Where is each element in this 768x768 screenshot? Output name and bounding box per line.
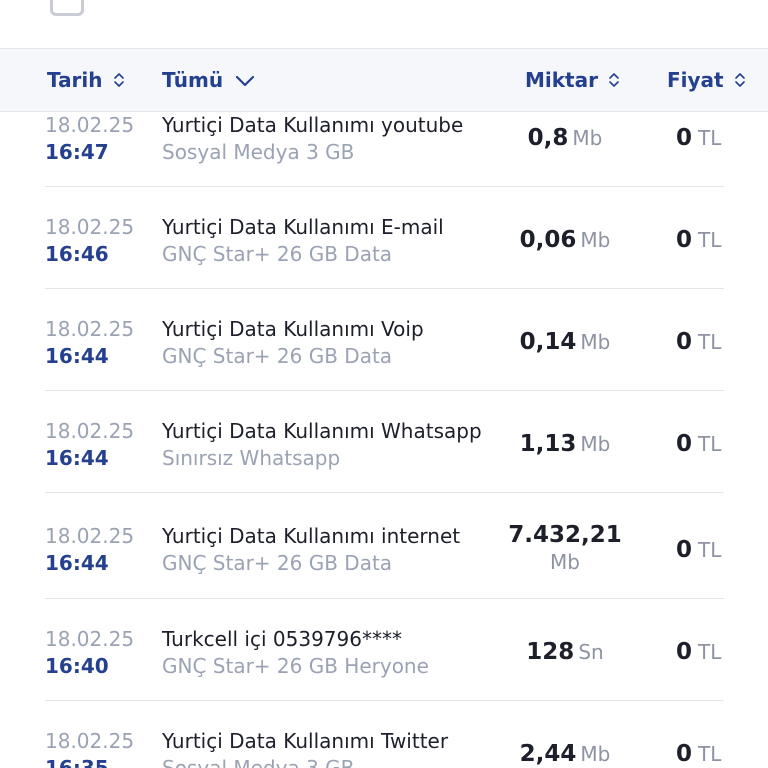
row-subtitle: GNÇ Star+ 26 GB Heryone <box>162 654 429 678</box>
row-amount: 7.432,21 Mb <box>495 522 635 574</box>
price-value: 0 <box>676 741 693 767</box>
sort-by-amount[interactable]: Miktar <box>525 49 620 111</box>
row-price: 0 TL <box>676 125 721 151</box>
row-time: 16:47 <box>45 140 109 164</box>
row-amount: 0,06 Mb <box>495 227 635 253</box>
amount-unit: Mb <box>550 550 580 574</box>
row-subtitle: GNÇ Star+ 26 GB Data <box>162 344 393 368</box>
amount-unit: Sn <box>578 640 604 664</box>
row-time: 16:46 <box>45 242 109 266</box>
row-title: Yurtiçi Data Kullanımı Voip <box>162 317 424 341</box>
list-item[interactable]: 18.02.25 16:40 Turkcell içi 0539796**** … <box>0 599 768 701</box>
sort-updown-icon <box>734 72 746 88</box>
price-unit: TL <box>698 432 722 456</box>
row-time: 16:44 <box>45 344 109 368</box>
row-title: Yurtiçi Data Kullanımı E-mail <box>162 215 444 239</box>
row-date: 18.02.25 <box>45 524 135 548</box>
list-item[interactable]: 18.02.25 16:46 Yurtiçi Data Kullanımı E-… <box>0 187 768 289</box>
row-date: 18.02.25 <box>45 317 135 341</box>
amount-unit: Mb <box>580 330 611 354</box>
top-filter-bar <box>0 0 768 49</box>
sort-updown-icon <box>608 72 620 88</box>
row-amount: 1,13 Mb <box>495 431 635 457</box>
select-checkbox[interactable] <box>50 0 84 16</box>
row-amount: 0,14 Mb <box>495 329 635 355</box>
sort-by-date[interactable]: Tarih <box>47 49 125 111</box>
row-title: Turkcell içi 0539796**** <box>162 627 402 651</box>
row-amount: 0,8 Mb <box>495 125 635 151</box>
list-item[interactable]: 18.02.25 16:44 Yurtiçi Data Kullanımı in… <box>0 493 768 599</box>
price-unit: TL <box>698 742 722 766</box>
date-column-label: Tarih <box>47 68 103 92</box>
price-value: 0 <box>676 227 693 253</box>
row-subtitle: Sınırsız Whatsapp <box>162 446 341 470</box>
row-date: 18.02.25 <box>45 627 135 651</box>
price-unit: TL <box>698 330 722 354</box>
row-time: 16:35 <box>45 756 109 768</box>
row-price: 0 TL <box>676 227 721 253</box>
price-value: 0 <box>676 537 693 563</box>
row-time: 16:40 <box>45 654 109 678</box>
row-time: 16:44 <box>45 446 109 470</box>
row-amount: 128 Sn <box>495 639 635 665</box>
sort-by-price[interactable]: Fiyat <box>667 49 746 111</box>
price-unit: TL <box>698 126 722 150</box>
row-subtitle: Sosyal Medya 3 GB <box>162 140 355 164</box>
row-price: 0 TL <box>676 329 721 355</box>
row-subtitle: Sosyal Medya 3 GB <box>162 756 355 768</box>
amount-value: 128 <box>526 639 575 665</box>
row-date: 18.02.25 <box>45 215 135 239</box>
amount-column-label: Miktar <box>525 68 598 92</box>
amount-value: 0,06 <box>519 227 577 253</box>
filter-label: Tümü <box>162 68 224 92</box>
list-item[interactable]: 18.02.25 16:44 Yurtiçi Data Kullanımı Vo… <box>0 289 768 391</box>
price-unit: TL <box>698 228 722 252</box>
price-column-label: Fiyat <box>667 68 724 92</box>
price-unit: TL <box>698 538 722 562</box>
amount-unit: Mb <box>580 228 611 252</box>
amount-unit: Mb <box>580 432 611 456</box>
row-time: 16:44 <box>45 551 109 575</box>
row-title: Yurtiçi Data Kullanımı Whatsapp <box>162 419 482 443</box>
amount-value: 0,8 <box>527 125 569 151</box>
amount-value: 0,14 <box>519 329 577 355</box>
amount-value: 1,13 <box>519 431 577 457</box>
row-date: 18.02.25 <box>45 419 135 443</box>
list-item[interactable]: 18.02.25 16:47 Yurtiçi Data Kullanımı yo… <box>0 111 768 187</box>
row-title: Yurtiçi Data Kullanımı Twitter <box>162 729 449 753</box>
amount-unit: Mb <box>580 742 611 766</box>
row-subtitle: GNÇ Star+ 26 GB Data <box>162 551 393 575</box>
price-value: 0 <box>676 125 693 151</box>
type-filter-dropdown[interactable]: Tümü <box>162 49 255 111</box>
row-date: 18.02.25 <box>45 113 135 137</box>
row-title: Yurtiçi Data Kullanımı internet <box>162 524 461 548</box>
row-price: 0 TL <box>676 639 721 665</box>
row-price: 0 TL <box>676 431 721 457</box>
price-value: 0 <box>676 431 693 457</box>
chevron-down-icon <box>235 68 255 92</box>
amount-value: 2,44 <box>519 741 577 767</box>
price-unit: TL <box>698 640 722 664</box>
column-header: Tarih Tümü Miktar Fiyat <box>0 49 768 112</box>
row-subtitle: GNÇ Star+ 26 GB Data <box>162 242 393 266</box>
usage-history-screen: Tarih Tümü Miktar Fiyat 18.02.25 16:47 Y… <box>0 0 768 768</box>
list-item[interactable]: 18.02.25 16:35 Yurtiçi Data Kullanımı Tw… <box>0 701 768 768</box>
sort-updown-icon <box>113 72 125 88</box>
amount-unit: Mb <box>572 126 603 150</box>
price-value: 0 <box>676 329 693 355</box>
amount-value: 7.432,21 <box>508 522 622 548</box>
row-price: 0 TL <box>676 741 721 767</box>
row-price: 0 TL <box>676 537 721 563</box>
list-item[interactable]: 18.02.25 16:44 Yurtiçi Data Kullanımı Wh… <box>0 391 768 493</box>
row-amount: 2,44 Mb <box>495 741 635 767</box>
row-date: 18.02.25 <box>45 729 135 753</box>
price-value: 0 <box>676 639 693 665</box>
row-title: Yurtiçi Data Kullanımı youtube <box>162 113 464 137</box>
